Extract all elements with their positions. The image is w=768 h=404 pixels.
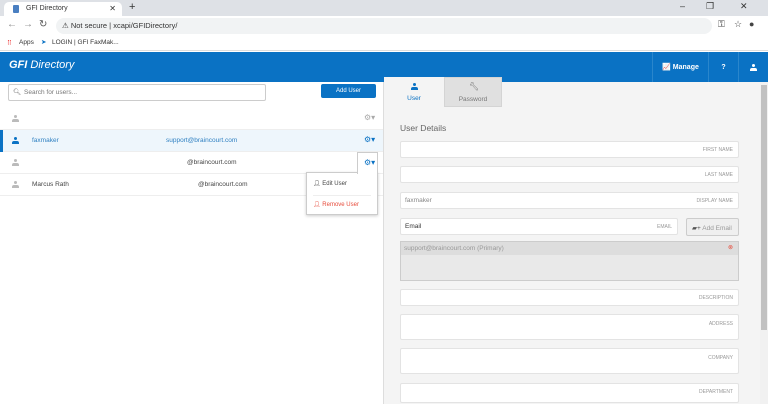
- email-list: support@braincourt.com (Primary) ⊗: [400, 241, 739, 281]
- browser-tab[interactable]: GFI Directory ✕: [4, 2, 122, 16]
- add-user-button[interactable]: Add User: [321, 84, 376, 98]
- display-name-field[interactable]: faxmaker DISPLAY NAME: [400, 192, 739, 209]
- primary-email: support@braincourt.com (Primary): [404, 245, 504, 252]
- url-text: xcapi/GFIDirectory/: [113, 21, 178, 30]
- url-bar[interactable]: ⚠ Not secure | xcapi/GFIDirectory/: [56, 18, 712, 34]
- tab-label: User: [407, 95, 421, 102]
- key-icon[interactable]: ⚿: [718, 19, 725, 30]
- bookmark-login[interactable]: LOGIN | GFI FaxMak...: [52, 39, 119, 46]
- field-placeholder: Email: [405, 223, 422, 230]
- divider: [313, 195, 371, 196]
- remove-user-label: Remove User: [322, 202, 359, 208]
- user-icon: [12, 181, 19, 188]
- user-icon: [411, 83, 418, 90]
- user-name: faxmaker: [32, 137, 59, 144]
- field-value: faxmaker: [405, 197, 432, 204]
- user-name: Marcus Rath: [32, 181, 69, 188]
- star-icon[interactable]: ☆: [734, 19, 742, 30]
- user-icon: [750, 63, 757, 71]
- user-email: @braincourt.com: [187, 159, 237, 166]
- field-label: EMAIL: [656, 224, 672, 230]
- logo: GFI Directory: [9, 59, 75, 71]
- search-input[interactable]: 🔍︎ Search for users...: [8, 84, 266, 101]
- company-field[interactable]: COMPANY: [400, 348, 739, 374]
- gear-icon[interactable]: ⚙▾: [364, 135, 375, 144]
- edit-user-item[interactable]: 👤︎ Edit User: [313, 180, 347, 187]
- favicon-icon: [13, 5, 19, 13]
- help-button[interactable]: ?: [708, 52, 738, 82]
- minimize-button[interactable]: –: [680, 1, 685, 11]
- edit-user-label: Edit User: [322, 181, 347, 187]
- bookmarks-bar: ⠿ Apps ➤ LOGIN | GFI FaxMak...: [0, 36, 768, 51]
- wrench-icon: 🔧︎: [469, 82, 480, 91]
- section-title: User Details: [400, 123, 447, 133]
- field-label: FIRST NAME: [702, 147, 733, 153]
- remove-email-icon[interactable]: ⊗: [728, 244, 733, 251]
- field-label: ADDRESS: [708, 321, 733, 327]
- add-email-label: Add Email: [702, 225, 732, 232]
- close-tab-icon[interactable]: ✕: [109, 4, 116, 13]
- user-email: support@braincourt.com: [166, 137, 238, 144]
- tab-password[interactable]: 🔧︎ Password: [444, 77, 502, 107]
- scrollbar-thumb[interactable]: [761, 85, 767, 330]
- gear-menu-toggle[interactable]: ⚙▾: [357, 152, 378, 174]
- tab-user[interactable]: User: [384, 77, 444, 107]
- field-label: DEPARTMENT: [699, 389, 733, 395]
- user-action-menu: 👤︎ Edit User 👤︎ Remove User: [306, 172, 378, 215]
- close-window-button[interactable]: ✕: [740, 1, 748, 12]
- user-icon: [12, 137, 19, 144]
- search-icon: 🔍︎: [13, 89, 22, 96]
- manage-button[interactable]: 📈 Manage: [652, 52, 708, 82]
- search-placeholder: Search for users...: [24, 89, 78, 96]
- email-list-item[interactable]: support@braincourt.com (Primary) ⊗: [401, 242, 738, 255]
- user-icon: [12, 115, 19, 122]
- user-row[interactable]: ⚙▾: [0, 108, 383, 130]
- gear-icon[interactable]: ⚙▾: [364, 113, 375, 122]
- new-tab-button[interactable]: +: [129, 1, 135, 13]
- email-field[interactable]: Email EMAIL: [400, 218, 678, 235]
- field-label: COMPANY: [708, 355, 733, 361]
- bookmark-icon: ➤: [41, 39, 47, 46]
- add-email-icon: ▰+: [692, 225, 703, 232]
- browser-tab-bar: GFI Directory ✕ + – ❐ ✕: [0, 0, 768, 16]
- user-row[interactable]: @braincourt.com: [0, 152, 383, 174]
- tab-label: Password: [458, 96, 488, 103]
- manage-label: Manage: [672, 63, 699, 71]
- chart-icon: 📈: [662, 64, 673, 71]
- user-row[interactable]: faxmaker support@braincourt.com ⚙▾: [0, 130, 383, 152]
- apps-icon: ⠿: [7, 40, 12, 47]
- user-icon: [12, 159, 19, 166]
- description-field[interactable]: DESCRIPTION: [400, 289, 739, 306]
- department-field[interactable]: DEPARTMENT: [400, 383, 739, 403]
- bookmark-apps[interactable]: Apps: [19, 39, 34, 46]
- last-name-field[interactable]: LAST NAME: [400, 166, 739, 183]
- field-label: DESCRIPTION: [698, 295, 733, 301]
- remove-user-item[interactable]: 👤︎ Remove User: [313, 201, 359, 208]
- security-label: Not secure: [70, 21, 108, 30]
- add-email-button[interactable]: ▰+ Add Email: [686, 218, 739, 236]
- tab-title: GFI Directory: [26, 5, 68, 12]
- first-name-field[interactable]: FIRST NAME: [400, 141, 739, 158]
- field-label: DISPLAY NAME: [696, 198, 734, 204]
- back-icon[interactable]: ←: [7, 19, 17, 30]
- field-label: LAST NAME: [704, 172, 733, 178]
- reload-icon[interactable]: ↻: [39, 19, 47, 30]
- address-field[interactable]: ADDRESS: [400, 314, 739, 340]
- user-email: @braincourt.com: [198, 181, 248, 188]
- account-button[interactable]: [738, 52, 768, 82]
- remove-user-icon: 👤︎: [313, 202, 323, 208]
- edit-user-icon: 👤︎: [313, 181, 323, 187]
- forward-icon[interactable]: →: [23, 19, 33, 30]
- profile-icon[interactable]: ●: [749, 19, 754, 29]
- restore-button[interactable]: ❐: [706, 1, 714, 12]
- help-icon: ?: [721, 63, 726, 71]
